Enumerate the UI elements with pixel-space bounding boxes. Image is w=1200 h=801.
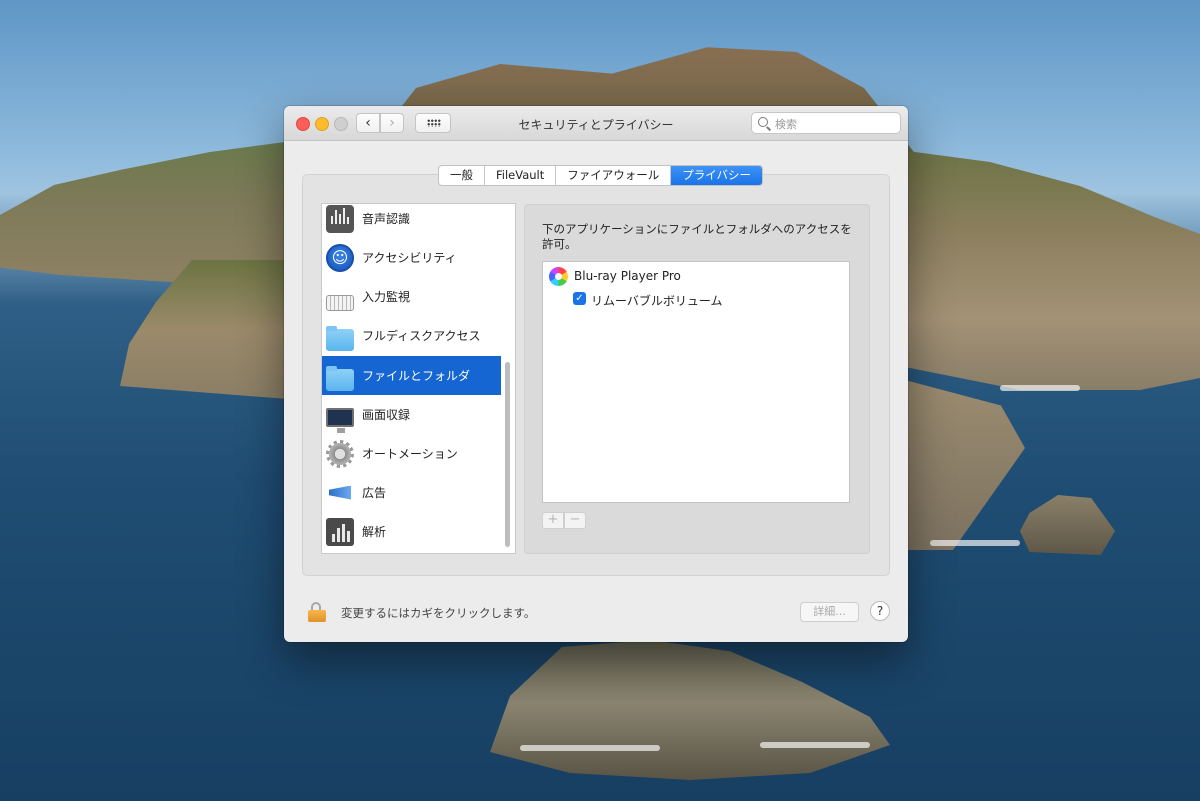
sidebar-item-accessibility[interactable]: アクセシビリティ: [322, 238, 501, 277]
waveform-icon: [326, 204, 354, 233]
keyboard-icon: [326, 294, 354, 311]
sidebar-item-files-and-folders[interactable]: ファイルとフォルダ: [322, 356, 501, 395]
sidebar-item-screen-recording[interactable]: 画面収録: [322, 395, 501, 434]
tab-firewall[interactable]: ファイアウォール: [556, 166, 672, 185]
tab-privacy[interactable]: プライバシー: [671, 166, 763, 185]
accessibility-icon: [326, 243, 354, 272]
sidebar-item-automation[interactable]: オートメーション: [322, 434, 501, 473]
checkmark-icon: ✓: [575, 293, 584, 304]
sidebar-item-label: 画面収録: [362, 408, 411, 422]
sidebar-item-speech-recognition[interactable]: 音声認識: [322, 204, 501, 238]
tab-filevault[interactable]: FileVault: [485, 166, 557, 185]
access-description: 下のアプリケーションにファイルとフォルダへのアクセスを許可。: [542, 222, 852, 251]
remove-button[interactable]: −: [564, 512, 586, 529]
app-permission-list[interactable]: Blu-ray Player Pro ✓ リムーバブルボリューム: [542, 261, 850, 503]
sidebar-item-input-monitoring[interactable]: 入力監視: [322, 277, 501, 316]
sidebar-item-full-disk-access[interactable]: フルディスクアクセス: [322, 316, 501, 355]
tab-general[interactable]: 一般: [439, 166, 485, 185]
permission-label: リムーバブルボリューム: [591, 294, 723, 308]
search-field[interactable]: [751, 112, 901, 134]
desktop-wallpaper-cliff-right: [905, 380, 1025, 550]
add-button[interactable]: +: [542, 512, 564, 529]
desktop-wallpaper-rock: [1020, 495, 1115, 555]
removable-volumes-checkbox[interactable]: ✓: [573, 292, 586, 305]
sidebar-item-label: 解析: [362, 525, 387, 539]
app-name: Blu-ray Player Pro: [574, 269, 681, 283]
sidebar-item-label: オートメーション: [362, 447, 458, 461]
sidebar-item-advertising[interactable]: 広告: [322, 473, 501, 512]
help-button[interactable]: ?: [870, 601, 890, 621]
display-icon: [326, 408, 354, 433]
sidebar-item-label: ファイルとフォルダ: [362, 369, 471, 383]
lock-hint-text: 変更するにはカギをクリックします。: [341, 606, 536, 620]
bar-chart-icon: [326, 517, 354, 546]
sidebar-item-label: アクセシビリティ: [362, 251, 457, 265]
wave-foam: [760, 742, 870, 748]
folder-icon: [326, 325, 354, 351]
megaphone-icon: [326, 479, 354, 507]
list-scrollbar[interactable]: [505, 362, 510, 547]
blu-ray-player-icon: [549, 267, 568, 286]
search-icon: [758, 117, 768, 127]
folder-icon: [326, 365, 354, 391]
desktop-wallpaper-hill: [900, 150, 1200, 390]
wave-foam: [930, 540, 1020, 546]
sidebar-item-label: 音声認識: [362, 212, 411, 226]
sidebar-item-label: フルディスクアクセス: [362, 329, 481, 343]
tab-bar: 一般 FileVault ファイアウォール プライバシー: [438, 165, 764, 186]
lock-icon[interactable]: [307, 602, 327, 622]
advanced-button[interactable]: 詳細...: [800, 602, 859, 622]
sidebar-item-label: 入力監視: [362, 290, 411, 304]
desktop-wallpaper-cliff: [120, 260, 300, 400]
wave-foam: [520, 745, 660, 751]
title-bar: ‹ › セキュリティとプライバシー: [284, 106, 908, 141]
desktop-wallpaper-island: [490, 640, 890, 780]
sidebar-item-label: 広告: [362, 486, 387, 500]
gear-icon: [326, 439, 354, 468]
security-privacy-window: ‹ › セキュリティとプライバシー 一般 FileVault ファイアウォール …: [284, 106, 908, 642]
wave-foam: [1000, 385, 1080, 391]
privacy-category-list[interactable]: 音声認識 アクセシビリティ 入力監視 フルディスクアクセス ファイルとフォルダ …: [321, 203, 516, 554]
sidebar-item-analytics[interactable]: 解析: [322, 512, 501, 551]
search-input[interactable]: [773, 115, 897, 133]
